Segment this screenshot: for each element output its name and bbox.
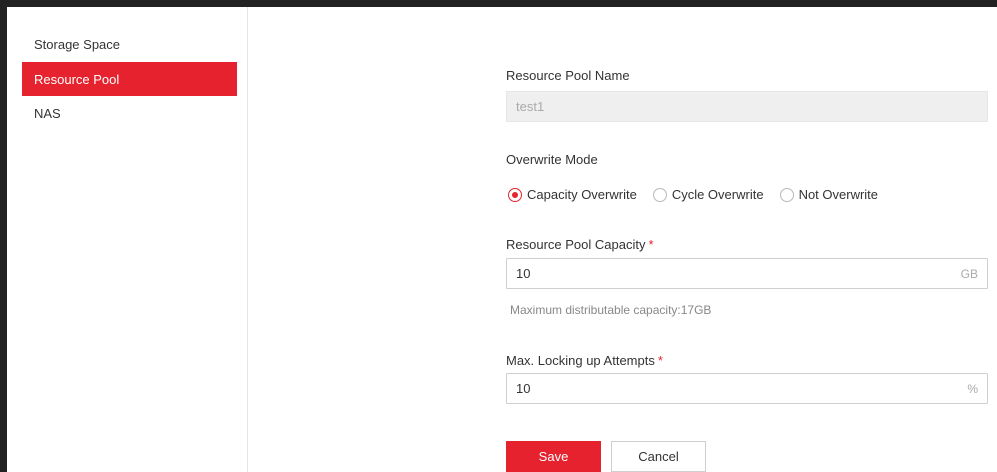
capacity-input[interactable]: 10 GB — [506, 258, 988, 289]
capacity-label: Resource Pool Capacity * — [506, 237, 654, 252]
pool-name-field: test1 — [506, 91, 988, 122]
radio-capacity-overwrite[interactable]: Capacity Overwrite — [508, 187, 637, 202]
locking-value: 10 — [516, 381, 531, 396]
overwrite-mode-group: Capacity Overwrite Cycle Overwrite Not O… — [508, 187, 894, 202]
radio-not-overwrite[interactable]: Not Overwrite — [779, 187, 878, 202]
locking-input[interactable]: 10 % — [506, 373, 988, 404]
pool-name-value: test1 — [516, 99, 545, 114]
radio-cycle-overwrite[interactable]: Cycle Overwrite — [652, 187, 764, 202]
sidebar-item-label: Resource Pool — [34, 71, 120, 87]
overwrite-mode-label: Overwrite Mode — [506, 152, 598, 167]
pool-name-label: Resource Pool Name — [506, 68, 630, 83]
sidebar: Storage Space Resource Pool NAS — [7, 7, 248, 472]
window-left-border — [0, 0, 7, 472]
capacity-hint: Maximum distributable capacity:17GB — [510, 303, 712, 317]
radio-checked-icon — [508, 187, 522, 202]
cancel-button[interactable]: Cancel — [611, 441, 706, 472]
locking-unit: % — [967, 382, 978, 396]
locking-label: Max. Locking up Attempts * — [506, 353, 663, 368]
sidebar-item-label: Storage Space — [34, 36, 121, 52]
required-marker: * — [657, 353, 663, 368]
sidebar-item-storage-space[interactable]: Storage Space — [22, 26, 237, 62]
radio-unchecked-icon — [779, 187, 794, 202]
capacity-value: 10 — [516, 266, 531, 281]
sidebar-item-resource-pool[interactable]: Resource Pool — [22, 62, 237, 96]
sidebar-item-nas[interactable]: NAS — [22, 96, 237, 130]
radio-unchecked-icon — [652, 187, 667, 202]
sidebar-item-label: NAS — [34, 105, 61, 121]
window-top-border — [0, 0, 997, 7]
main-content: Resource Pool Name test1 Overwrite Mode … — [248, 7, 997, 472]
save-button[interactable]: Save — [506, 441, 601, 472]
capacity-unit: GB — [960, 267, 978, 281]
required-marker: * — [648, 237, 654, 252]
